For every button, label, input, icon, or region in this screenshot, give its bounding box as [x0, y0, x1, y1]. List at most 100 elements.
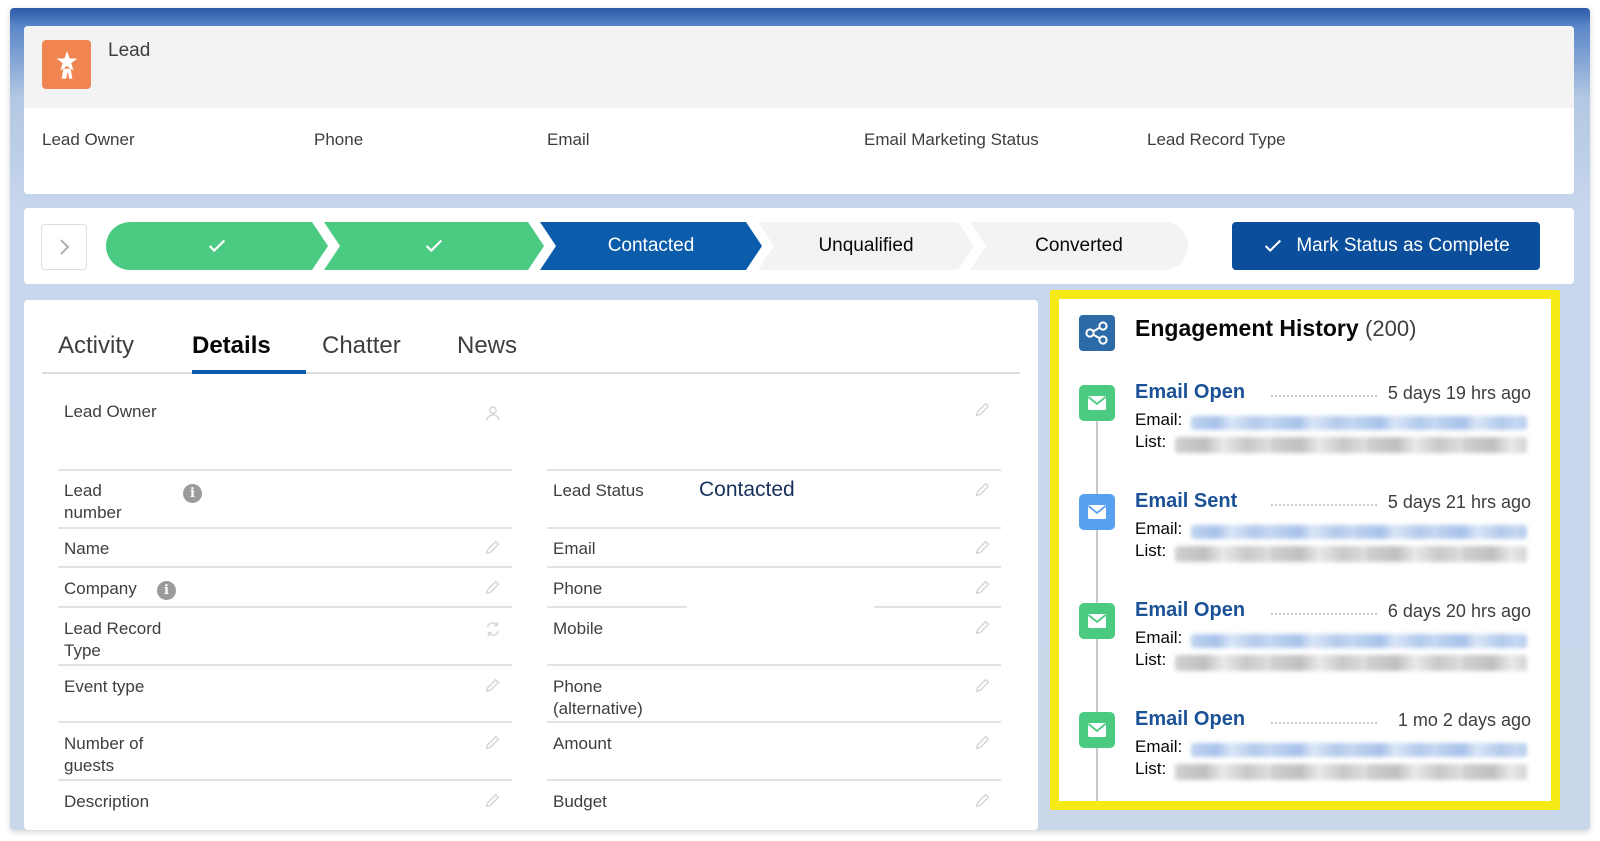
engagement-history-title[interactable]: Engagement History (200) [1135, 315, 1416, 342]
edit-pencil-icon[interactable] [484, 578, 502, 596]
field-label-lead-status: Lead Status [553, 481, 644, 500]
engagement-title-text: Engagement History [1135, 315, 1359, 341]
lead-star-icon [42, 40, 91, 89]
redacted-email [1191, 634, 1527, 648]
row-divider [547, 606, 687, 608]
path-stage-contacted[interactable]: Contacted [540, 222, 762, 270]
header-field-lead-owner: Lead Owner [42, 130, 135, 149]
check-icon [1265, 239, 1282, 253]
path-stage-label: Contacted [607, 235, 695, 256]
envelope-icon [1079, 385, 1115, 421]
engagement-time: 5 days 19 hrs ago [1387, 383, 1531, 403]
field-label-lead-number: Lead number [64, 481, 122, 522]
header-field-email-marketing-status: Email Marketing Status [864, 130, 1039, 149]
tab-activity[interactable]: Activity [58, 326, 134, 374]
row-divider [547, 664, 1001, 666]
edit-pencil-icon[interactable] [974, 733, 992, 751]
row-divider [58, 469, 512, 471]
dotted-leader [1271, 504, 1377, 506]
engagement-type-link[interactable]: Email Open [1135, 708, 1245, 731]
engagement-time: 1 mo 2 days ago [1397, 710, 1531, 730]
field-label-phone: Phone [553, 579, 603, 598]
engagement-type-link[interactable]: Email Open [1135, 599, 1245, 622]
dotted-leader [1271, 722, 1377, 724]
redacted-email [1191, 525, 1527, 539]
info-icon[interactable]: i [157, 581, 176, 600]
envelope-icon [1079, 494, 1115, 530]
engagement-type-link[interactable]: Email Sent [1135, 490, 1237, 513]
engagement-history-panel: Engagement History (200) Email Open 5 da… [1050, 290, 1560, 810]
email-label: Email: [1135, 628, 1183, 647]
engagement-item[interactable]: Email Open 1 mo 2 days ago Email: List: [1059, 708, 1551, 801]
row-divider [58, 606, 512, 608]
path-stage-1[interactable] [106, 222, 328, 270]
row-divider [874, 606, 1001, 608]
row-divider [547, 721, 1001, 723]
share-network-icon [1079, 315, 1115, 351]
status-path: Contacted Unqualified Converted Mark Sta… [24, 208, 1574, 284]
path-stage-converted[interactable]: Converted [970, 222, 1188, 270]
edit-pencil-icon[interactable] [484, 676, 502, 694]
email-label: Email: [1135, 737, 1183, 756]
redacted-email [1191, 743, 1527, 757]
row-divider [58, 527, 512, 529]
row-divider [58, 664, 512, 666]
row-divider [58, 779, 512, 781]
tab-chatter[interactable]: Chatter [322, 326, 401, 374]
field-label-name: Name [64, 539, 110, 558]
path-stage-label: Unqualified [818, 235, 914, 256]
list-label: List: [1135, 432, 1167, 451]
dotted-leader [1271, 613, 1377, 615]
header-highlight-bar: Lead [24, 26, 1574, 108]
engagement-time: 5 days 21 hrs ago [1387, 492, 1531, 512]
edit-pencil-icon[interactable] [484, 733, 502, 751]
header-field-email: Email [547, 130, 590, 149]
edit-pencil-icon[interactable] [974, 618, 992, 636]
field-label-lead-owner: Lead Owner [64, 402, 157, 421]
edit-pencil-icon[interactable] [974, 791, 992, 809]
edit-pencil-icon[interactable] [974, 400, 992, 418]
info-icon[interactable]: i [183, 484, 202, 503]
edit-pencil-icon[interactable] [484, 538, 502, 556]
list-label: List: [1135, 759, 1167, 778]
engagement-item[interactable]: Email Open 6 days 20 hrs ago Email: List… [1059, 599, 1551, 703]
engagement-item[interactable]: Email Open 5 days 19 hrs ago Email: List… [1059, 381, 1551, 485]
engagement-item[interactable]: Email Sent 5 days 21 hrs ago Email: List… [1059, 490, 1551, 594]
edit-pencil-icon[interactable] [974, 578, 992, 596]
mark-status-complete-button[interactable]: Mark Status as Complete [1232, 222, 1540, 270]
edit-pencil-icon[interactable] [974, 480, 992, 498]
chevron-right-icon [60, 239, 70, 255]
redacted-list [1175, 546, 1527, 562]
row-divider [58, 721, 512, 723]
row-divider [547, 469, 1001, 471]
tab-news[interactable]: News [457, 326, 517, 374]
edit-pencil-icon[interactable] [974, 676, 992, 694]
edit-pencil-icon[interactable] [974, 538, 992, 556]
row-divider [58, 566, 512, 568]
tab-details[interactable]: Details [192, 326, 271, 374]
redacted-email [1191, 416, 1527, 430]
field-label-company: Company [64, 579, 137, 598]
check-icon [208, 239, 226, 253]
row-divider [547, 566, 1001, 568]
path-expand-button[interactable] [41, 224, 87, 270]
email-label: Email: [1135, 519, 1183, 538]
edit-pencil-icon[interactable] [484, 791, 502, 809]
details-panel: Activity Details Chatter News Lead Owner… [24, 300, 1038, 830]
path-stage-2[interactable] [324, 222, 544, 270]
email-label: Email: [1135, 410, 1183, 429]
path-stage-unqualified[interactable]: Unqualified [758, 222, 974, 270]
path-stage-label: Converted [1035, 235, 1123, 256]
envelope-icon [1079, 712, 1115, 748]
active-tab-indicator [192, 370, 306, 374]
header-field-phone: Phone [314, 130, 364, 149]
field-label-phone-alternative: Phone (alternative) [553, 677, 643, 718]
engagement-type-link[interactable]: Email Open [1135, 381, 1245, 404]
record-page: Lead Lead Owner Phone Email Email Market… [10, 8, 1590, 830]
change-record-type-icon[interactable] [484, 620, 502, 638]
change-owner-icon[interactable] [484, 404, 502, 422]
field-label-description: Description [64, 792, 150, 811]
field-label-lead-record-type: Lead Record Type [64, 619, 162, 660]
header-field-lead-record-type: Lead Record Type [1147, 130, 1286, 149]
engagement-time: 6 days 20 hrs ago [1387, 601, 1531, 621]
